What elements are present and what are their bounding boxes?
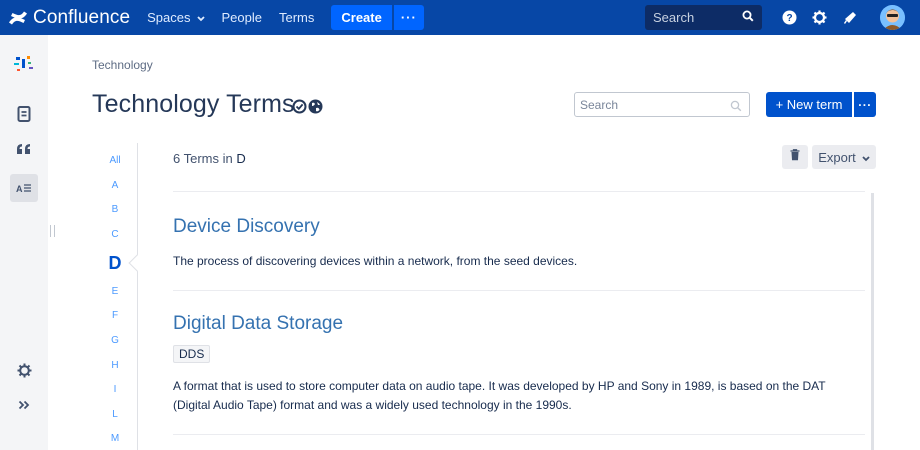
delete-button[interactable] [782, 145, 808, 169]
term-search-input[interactable] [580, 97, 720, 112]
page-title: Technology Terms [92, 90, 295, 118]
megaphone-icon[interactable] [842, 9, 859, 26]
term-count: 6 Terms in D [173, 151, 246, 166]
top-navigation: Confluence Spaces People Terms Create ··… [0, 0, 920, 35]
blog-quote-icon[interactable] [10, 135, 38, 163]
letter-l[interactable]: L [100, 409, 130, 420]
pages-icon[interactable] [10, 100, 38, 128]
confluence-logo-icon [8, 9, 28, 27]
letter-c[interactable]: C [100, 229, 130, 240]
trash-icon [790, 148, 800, 166]
nav-spaces[interactable]: Spaces [147, 10, 205, 25]
search-icon [742, 10, 754, 25]
letter-h[interactable]: H [100, 360, 130, 371]
glossary-icon[interactable]: A [10, 174, 38, 202]
product-name: Confluence [33, 6, 131, 28]
expand-sidebar-icon[interactable] [10, 391, 38, 419]
global-search-placeholder: Search [653, 10, 695, 25]
term-count-text: 6 Terms in [173, 151, 233, 166]
divider [173, 191, 865, 192]
svg-text:?: ? [786, 13, 792, 24]
term-search-field[interactable] [574, 92, 750, 117]
letter-f[interactable]: F [100, 310, 130, 321]
letter-b[interactable]: B [100, 204, 130, 215]
letter-a[interactable]: A [100, 180, 130, 191]
user-avatar[interactable] [880, 5, 905, 30]
letter-i[interactable]: I [100, 384, 130, 395]
active-letter-pointer [128, 254, 146, 272]
term-title[interactable]: Device Discovery [173, 216, 320, 238]
gear-icon[interactable] [811, 9, 828, 26]
chevron-down-icon [196, 10, 205, 25]
chevron-down-icon [862, 150, 870, 165]
export-button[interactable]: Export [812, 145, 876, 169]
letter-m[interactable]: M [100, 433, 130, 444]
letter-g[interactable]: G [100, 335, 130, 346]
scrollbar[interactable] [871, 193, 874, 450]
nav-terms[interactable]: Terms [279, 10, 314, 25]
svg-text:A: A [16, 184, 23, 193]
term-title[interactable]: Digital Data Storage [173, 313, 343, 335]
space-logo-icon[interactable] [10, 50, 38, 78]
alphabet-divider [137, 143, 138, 450]
more-actions-button[interactable]: ··· [854, 92, 876, 117]
export-label: Export [818, 149, 856, 165]
divider [173, 434, 865, 435]
gear-icon[interactable] [10, 356, 38, 384]
space-sidebar: A [0, 35, 48, 450]
nav-people[interactable]: People [222, 10, 262, 25]
nav-spaces-label: Spaces [147, 10, 191, 25]
new-term-button[interactable]: + New term [766, 92, 852, 117]
help-icon[interactable]: ? [781, 9, 798, 26]
letter-all[interactable]: All [100, 155, 130, 166]
term-description: A format that is used to store computer … [173, 379, 826, 412]
globe-icon [308, 99, 323, 119]
divider [173, 290, 865, 291]
term-abbreviation-badge: DDS [173, 345, 211, 363]
letter-d-active[interactable]: D [100, 253, 130, 274]
create-more-button[interactable]: ··· [393, 5, 424, 30]
confluence-logo[interactable]: Confluence [8, 0, 130, 35]
breadcrumb[interactable]: Technology [92, 58, 153, 72]
search-icon [730, 99, 742, 117]
title-status-icons [292, 99, 323, 119]
verified-check-icon [292, 99, 307, 119]
create-button[interactable]: Create [331, 5, 392, 30]
letter-e[interactable]: E [100, 286, 130, 297]
term-count-letter: D [236, 151, 246, 166]
term-description: The process of discovering devices withi… [173, 254, 578, 268]
sidebar-resize-handle[interactable] [50, 225, 55, 237]
global-search[interactable]: Search [645, 5, 762, 30]
